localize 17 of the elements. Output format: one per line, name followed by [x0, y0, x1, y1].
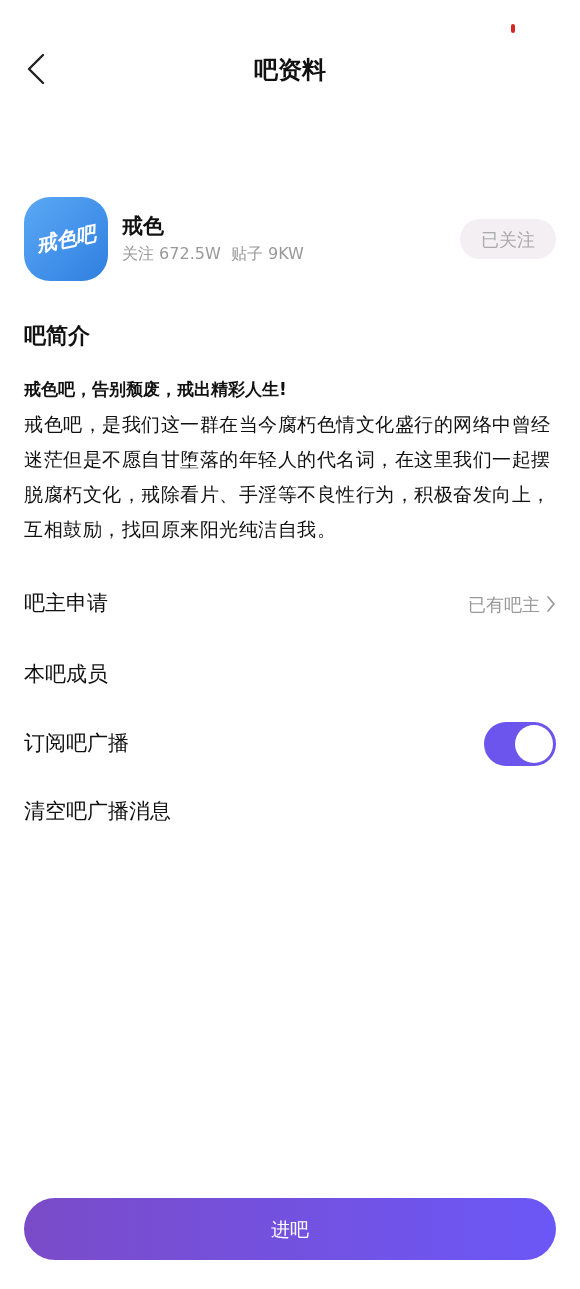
logo-text: 戒色吧	[33, 220, 99, 259]
status-indicator-icon	[511, 24, 515, 33]
forum-description: 戒色吧，是我们这一群在当今腐朽色情文化盛行的网络中曾经迷茫但是不愿自甘堕落的年轻人的代名词，在这里我们一起摆脱腐朽文化，戒除看片、手淫等不良性行为，积极奋发向上，互相鼓励，找回原来阳光纯洁自我。	[24, 412, 552, 542]
chevron-right-icon	[546, 595, 556, 613]
setting-label[interactable]: 清空吧广播消息	[24, 796, 171, 828]
enter-forum-button[interactable]: 进吧	[24, 1198, 556, 1260]
page-title: 吧资料	[254, 55, 326, 86]
forum-slogan: 戒色吧，告别颓废，戒出精彩人生!	[24, 378, 288, 401]
setting-label[interactable]: 订阅吧广播	[24, 728, 129, 760]
setting-value: 已有吧主	[468, 592, 540, 617]
forum-stats: 关注 672.5W 贴子 9KW	[122, 243, 305, 265]
setting-label[interactable]: 本吧成员	[24, 659, 108, 691]
setting-label[interactable]: 吧主申请	[24, 588, 108, 620]
toggle-switch[interactable]	[484, 722, 556, 766]
forum-name: 戒色	[122, 213, 165, 240]
back-icon	[26, 53, 46, 85]
section-heading: 吧简介	[24, 322, 91, 350]
